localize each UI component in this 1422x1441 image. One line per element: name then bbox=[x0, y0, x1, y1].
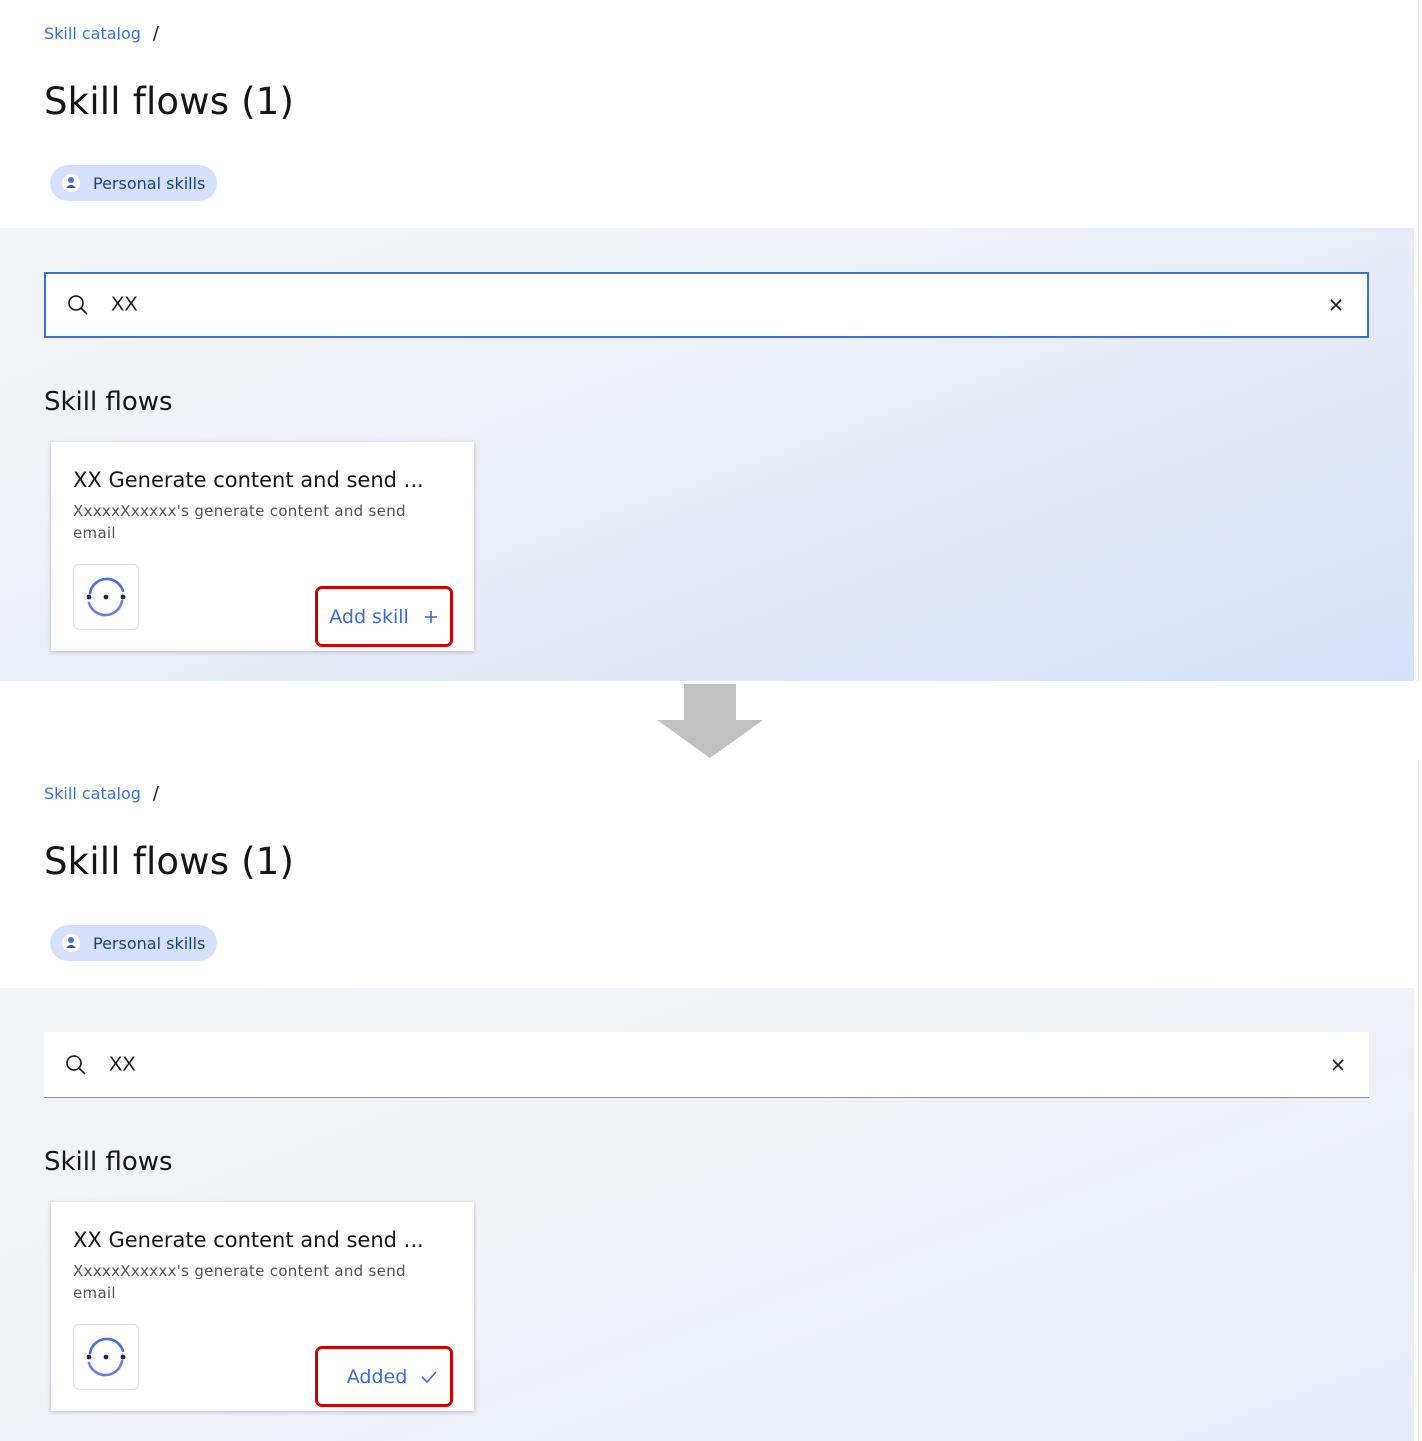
card-title: XX Generate content and send ... bbox=[73, 468, 424, 492]
page-header: Skill catalog / Skill flows (1) Personal… bbox=[0, 760, 1414, 988]
arrow-down-icon bbox=[657, 684, 763, 758]
added-button[interactable]: Added bbox=[315, 1346, 453, 1407]
close-icon[interactable] bbox=[1329, 1056, 1347, 1074]
breadcrumb: Skill catalog / bbox=[44, 784, 159, 804]
breadcrumb-separator: / bbox=[152, 23, 159, 44]
page-title: Skill flows (1) bbox=[44, 840, 295, 883]
comparison-canvas: Skill catalog / Skill flows (1) Personal… bbox=[0, 0, 1422, 1441]
tag-label: Personal skills bbox=[93, 933, 206, 953]
content-area: XX Skill flows XX Generate content and s… bbox=[0, 988, 1414, 1441]
skill-flow-logo-icon bbox=[73, 564, 139, 630]
breadcrumb-separator: / bbox=[152, 783, 159, 804]
breadcrumb-link-skill-catalog[interactable]: Skill catalog bbox=[44, 24, 141, 44]
personal-skills-tag[interactable]: Personal skills bbox=[50, 165, 218, 201]
person-icon bbox=[61, 173, 81, 193]
breadcrumb-link-skill-catalog[interactable]: Skill catalog bbox=[44, 784, 141, 804]
personal-skills-tag[interactable]: Personal skills bbox=[50, 925, 218, 961]
page-title: Skill flows (1) bbox=[44, 80, 295, 123]
add-skill-label: Add skill bbox=[329, 605, 409, 628]
content-area: XX Skill flows XX Generate content and s… bbox=[0, 228, 1414, 681]
skill-flow-logo-icon bbox=[73, 1324, 139, 1390]
added-label: Added bbox=[346, 1365, 408, 1388]
scrollbar-gutter bbox=[1414, 760, 1422, 1441]
after-screenshot: Skill catalog / Skill flows (1) Personal… bbox=[0, 760, 1422, 1441]
search-value: XX bbox=[111, 293, 138, 316]
checkmark-icon bbox=[421, 1369, 437, 1385]
search-input[interactable]: XX bbox=[44, 272, 1369, 338]
card-title: XX Generate content and send ... bbox=[73, 1228, 424, 1252]
section-title: Skill flows bbox=[44, 387, 173, 417]
page-header: Skill catalog / Skill flows (1) Personal… bbox=[0, 0, 1414, 228]
breadcrumb: Skill catalog / bbox=[44, 24, 159, 44]
person-icon bbox=[61, 933, 81, 953]
skill-flow-card[interactable]: XX Generate content and send ... XxxxxXx… bbox=[51, 1202, 474, 1411]
search-icon bbox=[67, 294, 89, 316]
close-icon[interactable] bbox=[1327, 296, 1345, 314]
tag-label: Personal skills bbox=[93, 173, 206, 193]
search-value: XX bbox=[109, 1053, 136, 1075]
card-description: XxxxxXxxxxx's generate content and send … bbox=[73, 502, 406, 542]
search-icon bbox=[65, 1054, 87, 1076]
skill-flow-card[interactable]: XX Generate content and send ... XxxxxXx… bbox=[51, 442, 474, 651]
add-skill-button[interactable]: Add skill bbox=[315, 586, 453, 647]
section-title: Skill flows bbox=[44, 1147, 173, 1177]
card-description: XxxxxXxxxxx's generate content and send … bbox=[73, 1262, 406, 1302]
search-input[interactable]: XX bbox=[44, 1032, 1369, 1098]
before-screenshot: Skill catalog / Skill flows (1) Personal… bbox=[0, 0, 1422, 681]
plus-icon bbox=[423, 609, 439, 625]
scrollbar-gutter bbox=[1414, 0, 1422, 681]
